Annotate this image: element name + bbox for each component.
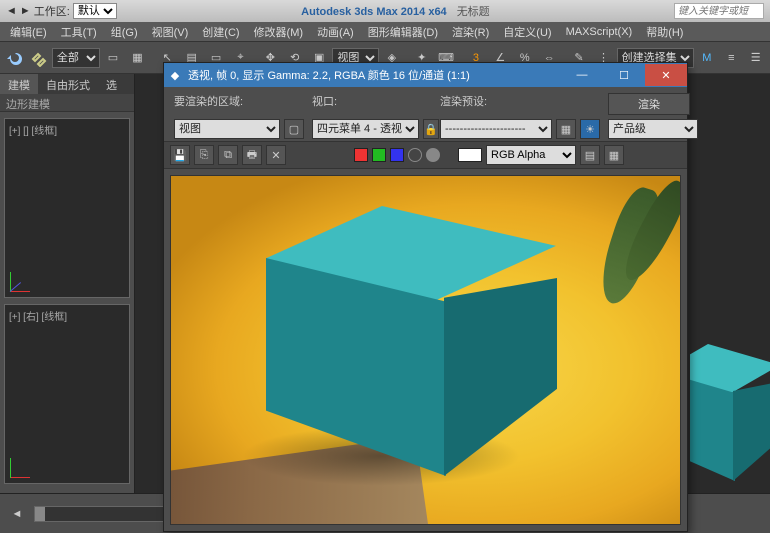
- minimize-button[interactable]: —: [561, 64, 603, 86]
- nav-right-icon[interactable]: ►: [20, 5, 31, 17]
- viewport-right-label[interactable]: [+] [右] [线框]: [9, 308, 67, 323]
- undo-icon[interactable]: [3, 45, 25, 71]
- axis-gizmo-icon: [10, 262, 40, 292]
- render-window-title: 透视, 帧 0, 显示 Gamma: 2.2, RGBA 颜色 16 位/通道 …: [186, 67, 561, 83]
- render-output-select[interactable]: 产品级: [608, 119, 698, 139]
- render-window-titlebar[interactable]: ◆ 透视, 帧 0, 显示 Gamma: 2.2, RGBA 颜色 16 位/通…: [164, 63, 687, 87]
- scene-box-object[interactable]: [690, 344, 770, 484]
- environment-icon[interactable]: ☀: [580, 119, 600, 139]
- selection-scope-select[interactable]: 全部: [52, 48, 100, 68]
- viewport-perspective[interactable]: [690, 284, 770, 524]
- select-filter-icon[interactable]: ▭: [102, 45, 124, 71]
- preset-label: 渲染预设:: [440, 93, 600, 115]
- menu-tools[interactable]: 工具(T): [55, 22, 103, 42]
- channel-green-toggle[interactable]: [372, 148, 386, 162]
- channel-blue-toggle[interactable]: [390, 148, 404, 162]
- tab-modeling[interactable]: 建模: [0, 74, 38, 94]
- app-title: Autodesk 3ds Max 2014 x64无标题: [117, 3, 674, 19]
- render-preset-select[interactable]: ----------------------: [440, 119, 552, 139]
- workspace-select[interactable]: 默认: [73, 3, 117, 19]
- render-options-row: 要渲染的区域: 视口: 渲染预设: 渲染 视图 ▢ 四元菜单 4 - 透视 🔒 …: [164, 87, 687, 141]
- channel-red-toggle[interactable]: [354, 148, 368, 162]
- align-icon[interactable]: ≡: [720, 45, 742, 71]
- ribbon-panel: 建模 自由形式 选 边形建模 [+] [] [线框] [+] [右] [线框]: [0, 74, 135, 533]
- viewport-label: 视口:: [312, 93, 432, 115]
- app-titlebar: ◄ ► 工作区: 默认 Autodesk 3ds Max 2014 x64无标题: [0, 0, 770, 22]
- menu-create[interactable]: 创建(C): [196, 22, 245, 42]
- channel-mono-toggle[interactable]: [426, 148, 440, 162]
- ribbon-tabs: 建模 自由形式 选: [0, 74, 134, 94]
- render-frame-window: ◆ 透视, 帧 0, 显示 Gamma: 2.2, RGBA 颜色 16 位/通…: [163, 62, 688, 532]
- toggle-ui-icon[interactable]: ▦: [604, 145, 624, 165]
- app-icon: ◆: [164, 69, 186, 82]
- workspace-label: 工作区:: [34, 3, 70, 19]
- menu-view[interactable]: 视图(V): [146, 22, 195, 42]
- ribbon-subtab[interactable]: 边形建模: [0, 94, 134, 112]
- tab-selection[interactable]: 选: [98, 74, 125, 94]
- menu-modifiers[interactable]: 修改器(M): [248, 22, 310, 42]
- bg-swatch[interactable]: [458, 148, 482, 162]
- area-label: 要渲染的区域:: [174, 93, 304, 115]
- clone-window-icon[interactable]: ⧉: [218, 145, 238, 165]
- clear-image-icon[interactable]: ✕: [266, 145, 286, 165]
- lock-viewport-icon[interactable]: 🔒: [423, 119, 439, 139]
- axis-gizmo-icon: [10, 448, 40, 478]
- viewport-top[interactable]: [+] [] [线框]: [4, 118, 130, 298]
- render-setup-icon[interactable]: ▦: [556, 119, 576, 139]
- menu-maxscript[interactable]: MAXScript(X): [560, 24, 639, 40]
- mirror-icon[interactable]: M: [696, 45, 718, 71]
- render-button[interactable]: 渲染: [608, 93, 690, 115]
- rendered-box-object: [231, 206, 551, 476]
- main-menubar: 编辑(E) 工具(T) 组(G) 视图(V) 创建(C) 修改器(M) 动画(A…: [0, 22, 770, 42]
- time-slider[interactable]: [34, 506, 174, 522]
- menu-help[interactable]: 帮助(H): [640, 22, 689, 42]
- menu-group[interactable]: 组(G): [105, 22, 144, 42]
- channel-select[interactable]: RGB Alpha: [486, 145, 576, 165]
- help-search-input[interactable]: [674, 3, 764, 19]
- save-image-icon[interactable]: 💾: [170, 145, 190, 165]
- menu-animation[interactable]: 动画(A): [311, 22, 360, 42]
- workspace-switcher[interactable]: ◄ ► 工作区: 默认: [6, 3, 117, 19]
- close-button[interactable]: ✕: [645, 64, 687, 86]
- channel-alpha-toggle[interactable]: [408, 148, 422, 162]
- nav-left-icon[interactable]: ◄: [6, 5, 17, 17]
- region-edit-icon[interactable]: ▢: [284, 119, 304, 139]
- menu-customize[interactable]: 自定义(U): [497, 22, 557, 42]
- layers-icon[interactable]: ☰: [745, 45, 767, 71]
- timeline-prev-icon[interactable]: ◄: [4, 501, 30, 527]
- render-output-view[interactable]: [170, 175, 681, 525]
- menu-rendering[interactable]: 渲染(R): [446, 22, 495, 42]
- viewport-right[interactable]: [+] [右] [线框]: [4, 304, 130, 484]
- link-icon[interactable]: [27, 45, 49, 71]
- menu-edit[interactable]: 编辑(E): [4, 22, 53, 42]
- select-window-icon[interactable]: ▦: [126, 45, 148, 71]
- print-image-icon[interactable]: 🖶: [242, 145, 262, 165]
- maximize-button[interactable]: ☐: [603, 64, 645, 86]
- menu-graph-editors[interactable]: 图形编辑器(D): [362, 22, 444, 42]
- toggle-overlay-icon[interactable]: ▤: [580, 145, 600, 165]
- viewport-top-label[interactable]: [+] [] [线框]: [9, 122, 57, 137]
- render-viewport-select[interactable]: 四元菜单 4 - 透视: [312, 119, 419, 139]
- copy-image-icon[interactable]: ⎘: [194, 145, 214, 165]
- tab-freeform[interactable]: 自由形式: [38, 74, 98, 94]
- render-area-select[interactable]: 视图: [174, 119, 280, 139]
- render-toolbar: 💾 ⎘ ⧉ 🖶 ✕ RGB Alpha ▤ ▦: [164, 141, 687, 169]
